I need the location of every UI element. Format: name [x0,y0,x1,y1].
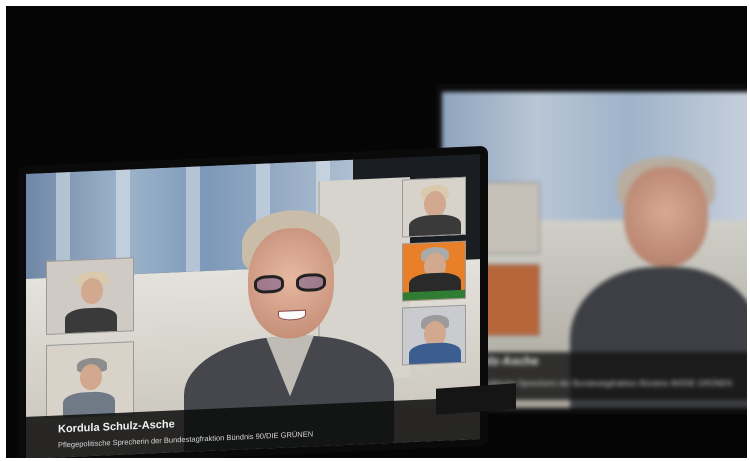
participant-body [65,306,117,334]
second-screen-participant-tile [480,264,540,336]
participant-body [409,341,461,366]
glasses-lens [296,272,326,293]
participant-tile [402,240,466,302]
participant-head [80,363,102,391]
participant-head [81,277,103,305]
participant-body [409,213,461,238]
glasses [254,272,330,294]
laptop-screen: Kordula Schulz-Asche Pflegepolitische Sp… [26,154,480,458]
laptop: Kordula Schulz-Asche Pflegepolitische Sp… [18,145,488,458]
second-screen-participant-tile [480,182,540,254]
participant-head [424,190,446,218]
glasses-lens [254,274,284,294]
tile-stripe [403,289,465,301]
participant-tile [46,257,134,336]
speaker-head [624,167,708,267]
participant-tile [402,304,466,366]
participant-tile [46,341,134,420]
photo: Schulz-Asche Pflegepolitische Sprecherin… [6,6,747,458]
participant-tile [402,176,466,238]
